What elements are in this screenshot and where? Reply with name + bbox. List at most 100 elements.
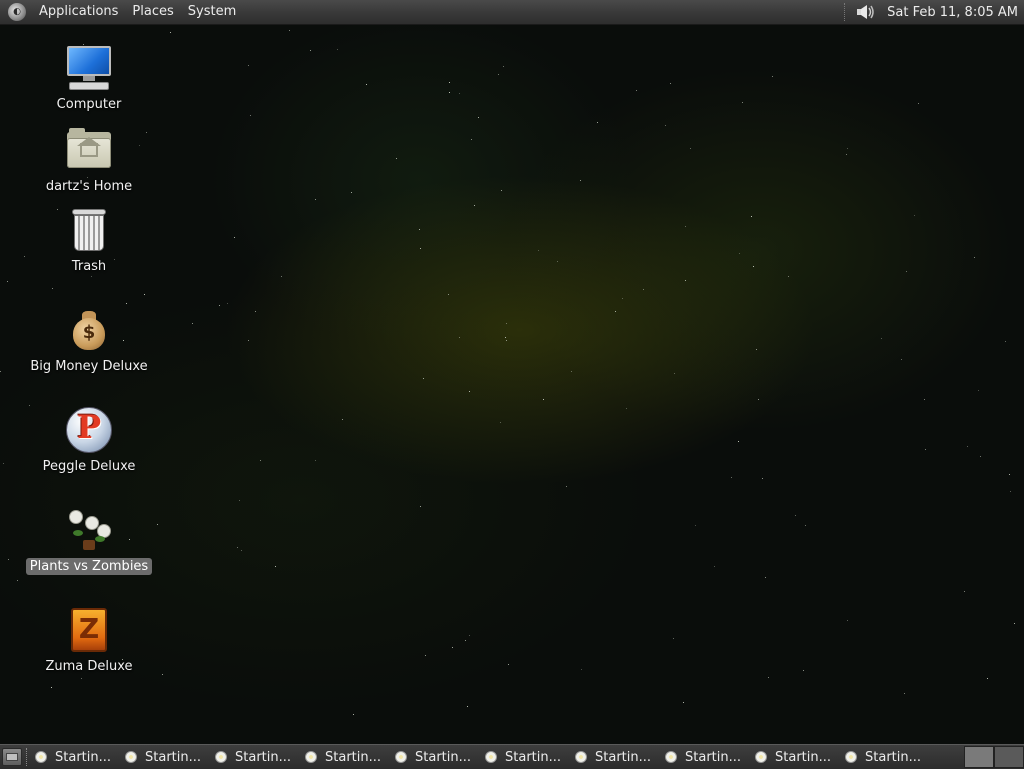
star-speck: [498, 74, 499, 75]
starting-app-icon: [665, 751, 677, 763]
star-speck: [847, 620, 848, 621]
star-speck: [467, 706, 468, 707]
star-speck: [643, 289, 644, 290]
trash-icon: [65, 206, 113, 254]
star-speck: [987, 678, 988, 679]
star-speck: [81, 678, 82, 679]
workspace-switcher[interactable]: [964, 746, 1024, 768]
star-speck: [1010, 491, 1011, 492]
taskbar-item-label: Startin...: [865, 749, 922, 765]
star-speck: [571, 371, 572, 372]
star-speck: [500, 422, 501, 423]
menu-applications[interactable]: Applications: [32, 0, 125, 24]
star-speck: [227, 303, 228, 304]
star-speck: [459, 337, 460, 338]
taskbar-item[interactable]: Startin...: [395, 746, 479, 768]
star-speck: [714, 566, 715, 567]
star-speck: [543, 399, 544, 400]
star-speck: [449, 92, 450, 93]
plants-vs-zombies-icon: [65, 506, 113, 554]
star-speck: [580, 180, 581, 181]
star-speck: [1014, 623, 1015, 624]
taskbar-item[interactable]: Startin...: [215, 746, 299, 768]
desktop-icon-label: Zuma Deluxe: [45, 659, 133, 674]
desktop-icon-computer[interactable]: Computer: [24, 44, 154, 113]
star-speck: [768, 677, 769, 678]
starting-app-icon: [125, 751, 137, 763]
speaker-icon[interactable]: [855, 3, 877, 21]
starting-app-icon: [215, 751, 227, 763]
star-speck: [0, 371, 1, 372]
clock[interactable]: Sat Feb 11, 8:05 AM: [887, 5, 1024, 20]
star-speck: [157, 524, 158, 525]
computer-icon: [65, 44, 113, 92]
star-speck: [557, 261, 558, 262]
taskbar-item[interactable]: Startin...: [665, 746, 749, 768]
taskbar-item[interactable]: Startin...: [575, 746, 659, 768]
star-speck: [914, 215, 915, 216]
taskbar-item[interactable]: Startin...: [35, 746, 119, 768]
star-speck: [508, 664, 509, 665]
star-speck: [419, 229, 420, 230]
starting-app-icon: [755, 751, 767, 763]
star-speck: [673, 638, 674, 639]
workspace-2[interactable]: [994, 746, 1024, 768]
desktop-icon-big-money[interactable]: $ Big Money Deluxe: [24, 306, 154, 375]
star-speck: [234, 237, 235, 238]
taskbar-item-label: Startin...: [145, 749, 202, 765]
star-speck: [756, 349, 757, 350]
star-speck: [847, 148, 848, 149]
star-speck: [622, 298, 623, 299]
star-speck: [420, 248, 421, 249]
star-speck: [248, 340, 249, 341]
star-speck: [162, 674, 163, 675]
desktop-icon-label: Trash: [71, 259, 107, 274]
desktop-icon-peggle[interactable]: P Peggle Deluxe: [24, 406, 154, 475]
gnome-foot-icon[interactable]: ◐: [8, 3, 26, 21]
star-speck: [753, 266, 754, 267]
home-folder-icon: [65, 126, 113, 174]
star-speck: [967, 446, 968, 447]
starting-app-icon: [395, 751, 407, 763]
star-speck: [566, 486, 567, 487]
star-speck: [762, 478, 763, 479]
desktop-icon-trash[interactable]: Trash: [24, 206, 154, 275]
taskbar-item[interactable]: Startin...: [845, 746, 929, 768]
star-speck: [636, 90, 637, 91]
taskbar-item-label: Startin...: [505, 749, 562, 765]
workspace-1[interactable]: [964, 746, 994, 768]
taskbar-item[interactable]: Startin...: [755, 746, 839, 768]
star-speck: [469, 635, 470, 636]
star-speck: [459, 93, 460, 94]
star-speck: [248, 65, 249, 66]
star-speck: [739, 253, 740, 254]
star-speck: [506, 323, 507, 324]
star-speck: [918, 103, 919, 104]
star-speck: [239, 500, 240, 501]
taskbar-item[interactable]: Startin...: [305, 746, 389, 768]
taskbar-item[interactable]: Startin...: [125, 746, 209, 768]
star-speck: [448, 294, 449, 295]
star-speck: [795, 515, 796, 516]
desktop-icon-plants-vs-zombies[interactable]: Plants vs Zombies: [24, 506, 154, 575]
desktop-icon-home[interactable]: dartz's Home: [24, 126, 154, 195]
star-speck: [665, 125, 666, 126]
star-speck: [471, 139, 472, 140]
star-speck: [503, 66, 504, 67]
desktop-icon-zuma[interactable]: Z Zuma Deluxe: [24, 606, 154, 675]
star-speck: [906, 271, 907, 272]
show-desktop-button[interactable]: [2, 748, 22, 766]
star-speck: [685, 226, 686, 227]
star-speck: [758, 399, 759, 400]
star-speck: [695, 525, 696, 526]
star-speck: [615, 311, 616, 312]
menu-places[interactable]: Places: [125, 0, 180, 24]
taskbar-item-label: Startin...: [235, 749, 292, 765]
star-speck: [974, 257, 975, 258]
star-speck: [690, 148, 691, 149]
taskbar-item-label: Startin...: [595, 749, 652, 765]
taskbar-item[interactable]: Startin...: [485, 746, 569, 768]
star-speck: [751, 216, 752, 217]
star-speck: [52, 288, 53, 289]
menu-system[interactable]: System: [181, 0, 243, 24]
